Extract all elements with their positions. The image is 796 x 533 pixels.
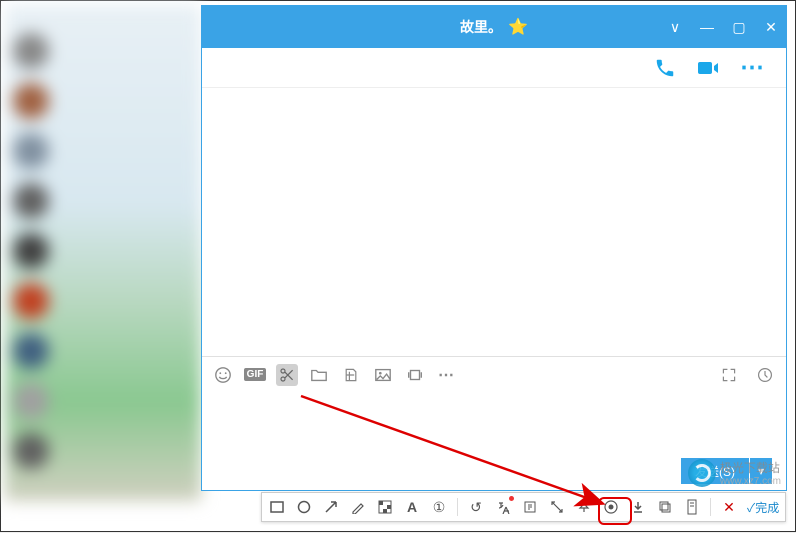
- call-toolbar: ⋯: [202, 48, 786, 88]
- toolbar-right-group: [718, 364, 776, 386]
- title-bar: 故里。 ⭐ ∨ — ▢ ✕: [202, 6, 786, 48]
- tencent-docs-icon[interactable]: [340, 364, 362, 386]
- text-tool-icon[interactable]: A: [403, 498, 421, 516]
- number-tool-icon[interactable]: ①: [430, 498, 448, 516]
- dropdown-icon[interactable]: ∨: [666, 18, 684, 36]
- close-icon[interactable]: ✕: [762, 18, 780, 36]
- watermark: 极光下载站 www.xz7.com: [688, 459, 781, 487]
- expand-icon[interactable]: [718, 364, 740, 386]
- emoji-icon[interactable]: [212, 364, 234, 386]
- more-tools-icon[interactable]: ⋯: [436, 364, 458, 386]
- copy-icon[interactable]: [656, 498, 674, 516]
- crop-expand-icon[interactable]: [548, 498, 566, 516]
- contact-sidebar-blurred: [5, 5, 201, 501]
- phone-call-icon[interactable]: [654, 57, 676, 79]
- undo-icon[interactable]: ↺: [467, 498, 485, 516]
- mosaic-tool-icon[interactable]: [376, 498, 394, 516]
- translate-icon[interactable]: [494, 498, 512, 516]
- message-display-area: [202, 88, 786, 356]
- favorite-star-icon[interactable]: ⭐: [508, 17, 528, 37]
- cancel-icon[interactable]: ✕: [720, 498, 738, 516]
- folder-icon[interactable]: [308, 364, 330, 386]
- chat-title: 故里。: [460, 17, 502, 37]
- separator: [457, 498, 458, 516]
- maximize-icon[interactable]: ▢: [730, 18, 748, 36]
- gif-icon[interactable]: GIF: [244, 364, 266, 386]
- brush-tool-icon[interactable]: [349, 498, 367, 516]
- watermark-logo-icon: [688, 459, 716, 487]
- image-icon[interactable]: [372, 364, 394, 386]
- record-icon[interactable]: [602, 498, 620, 516]
- minimize-icon[interactable]: —: [698, 18, 716, 36]
- window-controls: ∨ — ▢ ✕: [666, 6, 780, 48]
- ocr-extract-icon[interactable]: [521, 498, 539, 516]
- watermark-text-group: 极光下载站 www.xz7.com: [720, 459, 781, 487]
- history-icon[interactable]: [754, 364, 776, 386]
- shake-window-icon[interactable]: [404, 364, 426, 386]
- more-options-icon[interactable]: ⋯: [740, 53, 766, 82]
- screenshot-scissors-icon[interactable]: [276, 364, 298, 386]
- watermark-text: 极光下载站: [720, 459, 781, 476]
- arrow-tool-icon[interactable]: [322, 498, 340, 516]
- separator: [710, 498, 711, 516]
- input-toolbar: GIF ⋯: [202, 356, 786, 392]
- done-button[interactable]: ✓完成: [747, 498, 779, 516]
- rect-tool-icon[interactable]: [268, 498, 286, 516]
- text-input-area[interactable]: [202, 392, 786, 452]
- screenshot-annotation-toolbar: A ① ↺ ✕ ✓完成: [261, 492, 786, 522]
- chat-window: 故里。 ⭐ ∨ — ▢ ✕ ⋯ GIF: [201, 5, 787, 491]
- app-frame: 故里。 ⭐ ∨ — ▢ ✕ ⋯ GIF: [0, 0, 796, 532]
- pin-icon[interactable]: [575, 498, 593, 516]
- video-call-icon[interactable]: [696, 58, 720, 78]
- watermark-url: www.xz7.com: [720, 476, 781, 487]
- download-icon[interactable]: [629, 498, 647, 516]
- circle-tool-icon[interactable]: [295, 498, 313, 516]
- long-screenshot-icon[interactable]: [683, 498, 701, 516]
